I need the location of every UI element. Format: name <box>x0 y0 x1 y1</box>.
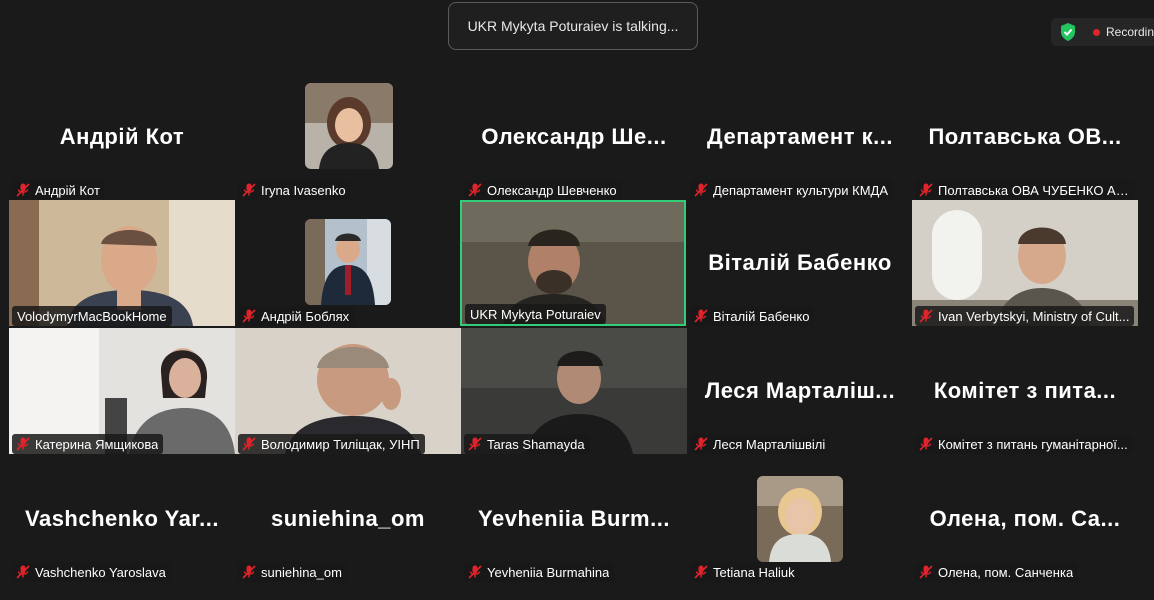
participant-label: Володимир Тиліщак, УІНП <box>238 434 425 454</box>
mic-muted-icon <box>918 436 934 452</box>
participant-display-name: Комітет з пита... <box>933 378 1117 403</box>
participant-tile[interactable]: Андрій Боблях <box>235 200 461 326</box>
avatar <box>305 219 391 305</box>
recording-dot-icon <box>1093 28 1100 36</box>
mic-muted-icon <box>693 436 709 452</box>
participant-label: Tetiana Haliuk <box>690 562 800 582</box>
active-speaker-text: UKR Mykyta Poturaiev is talking... <box>467 18 679 34</box>
participant-label: Taras Shamayda <box>464 434 590 454</box>
participant-label: UKR Mykyta Poturaiev <box>465 304 606 324</box>
participant-tile[interactable]: Комітет з пита... Комітет з питань гуман… <box>912 328 1138 454</box>
participant-tile[interactable]: Володимир Тиліщак, УІНП <box>235 328 461 454</box>
participant-label: Ivan Verbytskyi, Ministry of Cult... <box>915 306 1135 326</box>
participant-label: suniehina_om <box>238 562 347 582</box>
participant-display-name: Полтавська ОВ... <box>928 124 1122 149</box>
mic-muted-icon <box>693 564 709 580</box>
participant-label: Віталій Бабенко <box>690 306 815 326</box>
participant-tile[interactable]: Леся Марталіш... Леся Марталішвілі <box>687 328 913 454</box>
mic-muted-icon <box>918 308 934 324</box>
participant-label: Олександр Шевченко <box>464 180 622 200</box>
participant-label: Полтавська ОВА ЧУБЕНКО АН... <box>915 180 1135 200</box>
participant-label: Андрій Боблях <box>238 306 355 326</box>
mic-muted-icon <box>467 182 483 198</box>
mic-muted-icon <box>15 182 31 198</box>
participant-display-name: Віталій Бабенко <box>708 250 892 275</box>
participant-tile[interactable]: VolodymyrMacBookHome <box>9 200 235 326</box>
mic-muted-icon <box>241 436 257 452</box>
mic-muted-icon <box>15 564 31 580</box>
participant-tile[interactable]: Департамент к... Департамент культури КМ… <box>687 74 913 200</box>
participant-display-name: Yevheniia Burm... <box>478 506 670 531</box>
participant-tile-active-speaker[interactable]: UKR Mykyta Poturaiev <box>460 200 686 326</box>
mic-muted-icon <box>693 182 709 198</box>
recording-label: Recording <box>1106 25 1154 39</box>
participant-label: Леся Марталішвілі <box>690 434 831 454</box>
participant-tile[interactable]: Катерина Ямщикова <box>9 328 235 454</box>
participant-display-name: Департамент к... <box>707 124 893 149</box>
participant-label: VolodymyrMacBookHome <box>12 306 172 326</box>
participant-display-name: suniehina_om <box>271 506 425 531</box>
mic-muted-icon <box>15 436 31 452</box>
mic-muted-icon <box>241 308 257 324</box>
mic-muted-icon <box>918 564 934 580</box>
participant-tile[interactable]: suniehina_om suniehina_om <box>235 456 461 582</box>
participant-label: Комітет з питань гуманітарної... <box>915 434 1133 454</box>
participant-tile[interactable]: Yevheniia Burm... Yevheniia Burmahina <box>461 456 687 582</box>
participant-display-name: Олена, пом. Са... <box>929 506 1121 531</box>
participant-label: Iryna Ivasenko <box>238 180 351 200</box>
avatar <box>757 476 843 562</box>
mic-muted-icon <box>467 436 483 452</box>
shield-check-icon <box>1051 18 1085 46</box>
participant-display-name: Vashchenko Yar... <box>25 506 219 531</box>
participant-tile[interactable]: Полтавська ОВ... Полтавська ОВА ЧУБЕНКО … <box>912 74 1138 200</box>
mic-muted-icon <box>467 564 483 580</box>
mic-muted-icon <box>241 182 257 198</box>
participant-tile[interactable]: Віталій Бабенко Віталій Бабенко <box>687 200 913 326</box>
participant-label: Андрій Кот <box>12 180 105 200</box>
participant-tile[interactable]: Олександр Ше... Олександр Шевченко <box>461 74 687 200</box>
participant-tile[interactable]: Vashchenko Yar... Vashchenko Yaroslava <box>9 456 235 582</box>
participant-label: Vashchenko Yaroslava <box>12 562 171 582</box>
participant-tile[interactable]: Олена, пом. Са... Олена, пом. Санченка <box>912 456 1138 582</box>
participant-tile[interactable]: Андрій Кот Андрій Кот <box>9 74 235 200</box>
participant-tile[interactable]: Taras Shamayda <box>461 328 687 454</box>
participant-display-name: Леся Марталіш... <box>704 378 896 403</box>
participant-label: Олена, пом. Санченка <box>915 562 1079 582</box>
participant-label: Департамент культури КМДА <box>690 180 894 200</box>
mic-muted-icon <box>918 182 934 198</box>
recording-indicator[interactable]: Recording <box>1051 18 1154 46</box>
mic-muted-icon <box>693 308 709 324</box>
active-speaker-banner: UKR Mykyta Poturaiev is talking... <box>448 2 698 50</box>
participant-display-name: Олександр Ше... <box>481 124 667 149</box>
participant-label: Катерина Ямщикова <box>12 434 164 454</box>
participant-label: Yevheniia Burmahina <box>464 562 615 582</box>
participant-tile[interactable]: Tetiana Haliuk <box>687 456 913 582</box>
participant-display-name: Андрій Кот <box>59 124 185 149</box>
participant-tile[interactable]: Ivan Verbytskyi, Ministry of Cult... <box>912 200 1138 326</box>
avatar <box>305 83 393 169</box>
mic-muted-icon <box>241 564 257 580</box>
participant-tile[interactable]: Iryna Ivasenko <box>235 74 461 200</box>
